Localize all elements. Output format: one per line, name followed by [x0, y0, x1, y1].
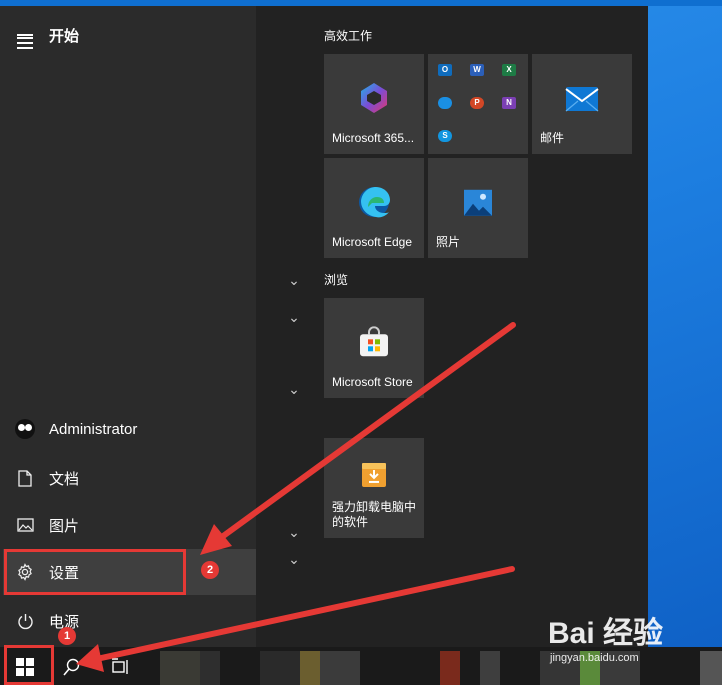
edge-icon	[357, 185, 391, 222]
taskbar-tray[interactable]	[700, 651, 722, 685]
start-menu-tiles-panel: ⌄ ⌄ ⌄ ⌄ ⌄ 高效工作 浏览 Microsoft 365... O W X…	[256, 6, 648, 647]
photos-icon	[463, 189, 493, 220]
task-view-icon[interactable]	[110, 657, 130, 677]
user-account-item[interactable]: Administrator	[0, 406, 256, 452]
user-avatar-icon	[15, 419, 35, 439]
taskbar-app-pinned[interactable]	[260, 651, 300, 685]
sidebar-item-power[interactable]: 电源	[0, 598, 256, 644]
taskbar-app-pinned[interactable]	[300, 651, 320, 685]
tile-mail[interactable]: 邮件	[532, 54, 632, 154]
picture-icon	[15, 515, 35, 535]
word-icon: W	[470, 64, 484, 76]
tile-office-apps-group[interactable]: O W X P N S	[428, 54, 528, 154]
tile-uninstaller[interactable]: 强力卸载电脑中的软件	[324, 438, 424, 538]
uninstaller-icon	[359, 460, 389, 493]
tile-label: 强力卸载电脑中的软件	[332, 500, 417, 529]
tile-photos[interactable]: 照片	[428, 158, 528, 258]
chevron-down-icon[interactable]: ⌄	[286, 551, 302, 568]
step-badge-1: 1	[58, 627, 76, 645]
tile-microsoft-edge[interactable]: Microsoft Edge	[324, 158, 424, 258]
group-title-productivity: 高效工作	[324, 29, 373, 43]
powerpoint-icon: P	[470, 97, 484, 109]
onedrive-icon	[438, 97, 452, 109]
watermark-url: jingyan.baidu.com	[550, 652, 639, 664]
tile-label: Microsoft Store	[332, 375, 413, 389]
start-button-highlight-box	[4, 645, 54, 685]
microsoft-365-icon	[358, 81, 390, 118]
user-name: Administrator	[49, 420, 138, 438]
tile-microsoft-365[interactable]: Microsoft 365...	[324, 54, 424, 154]
taskbar-app-pinned[interactable]	[200, 651, 220, 685]
chevron-down-icon[interactable]: ⌄	[286, 272, 302, 289]
taskbar-app-pinned[interactable]	[320, 651, 360, 685]
skype-icon: S	[438, 130, 452, 142]
chevron-down-icon[interactable]: ⌄	[286, 524, 302, 541]
office-apps-group-icon: O W X P N S	[428, 54, 528, 154]
watermark-brand: Bai 经验	[548, 617, 664, 650]
settings-highlight-box	[4, 549, 186, 595]
store-icon	[358, 326, 390, 361]
taskbar-app-pinned[interactable]	[440, 651, 460, 685]
excel-icon: X	[502, 64, 516, 76]
taskbar-app-pinned[interactable]	[160, 651, 200, 685]
group-title-browse: 浏览	[324, 273, 349, 287]
onenote-icon: N	[502, 97, 516, 109]
document-icon	[15, 468, 35, 488]
step-badge-2: 2	[201, 561, 219, 579]
taskbar-app-pinned[interactable]	[480, 651, 500, 685]
chevron-down-icon[interactable]: ⌄	[286, 309, 302, 326]
start-menu-header[interactable]: 开始	[0, 12, 256, 58]
baidu-watermark: Bai 经验 jingyan.baidu.com	[548, 608, 663, 664]
search-icon[interactable]	[62, 657, 82, 677]
mail-icon	[565, 86, 599, 115]
hamburger-menu-icon[interactable]	[15, 25, 35, 49]
chevron-down-icon[interactable]: ⌄	[286, 381, 302, 398]
sidebar-item-label: 图片	[49, 517, 80, 535]
tile-label: Microsoft 365...	[332, 131, 415, 145]
tile-label: Microsoft Edge	[332, 235, 413, 249]
start-menu-title: 开始	[49, 27, 80, 45]
sidebar-item-documents[interactable]: 文档	[0, 455, 256, 501]
tile-label: 照片	[436, 235, 461, 249]
power-icon	[15, 611, 35, 631]
outlook-icon: O	[438, 64, 452, 76]
tile-label: 邮件	[540, 131, 565, 145]
tile-microsoft-store[interactable]: Microsoft Store	[324, 298, 424, 398]
sidebar-item-pictures[interactable]: 图片	[0, 502, 256, 548]
sidebar-item-label: 文档	[49, 470, 80, 488]
